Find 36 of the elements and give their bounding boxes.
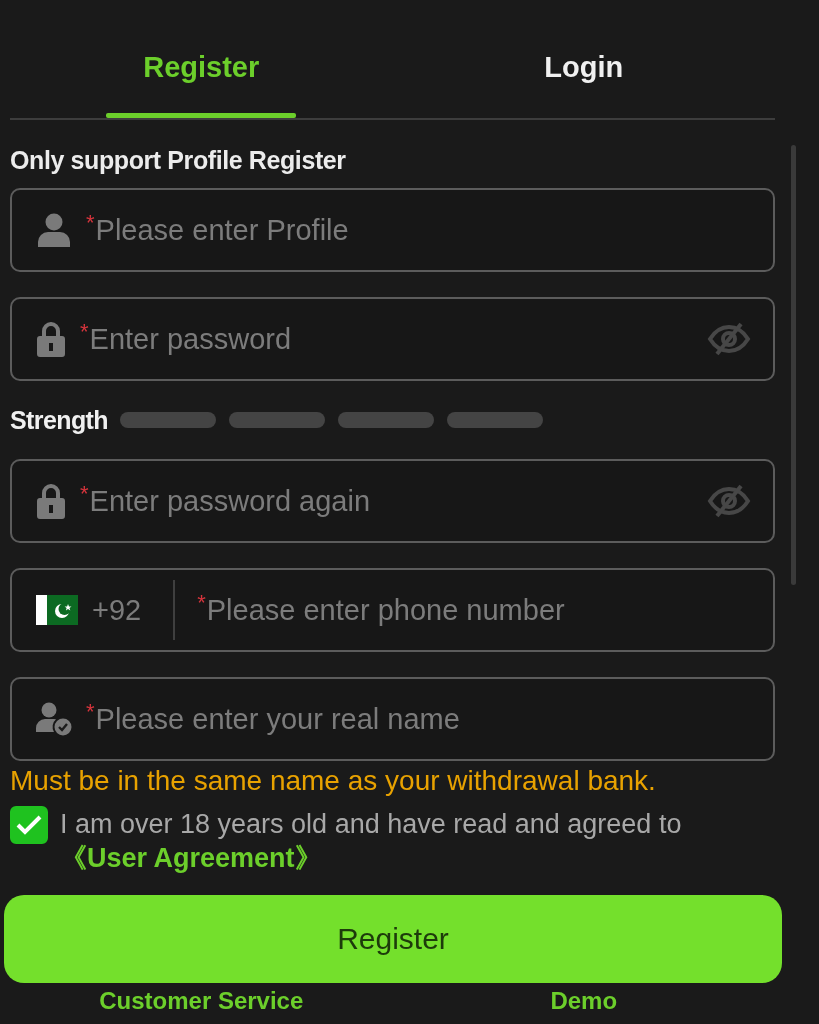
required-mark: *: [80, 319, 89, 345]
tab[interactable]: Register: [10, 0, 393, 118]
agreement-text: I am over 18 years old and have read and agreed to 《User Agreement》: [60, 808, 683, 875]
strength-label: Strength: [10, 405, 108, 435]
flag-icon: [36, 595, 78, 625]
user-check-icon: [36, 702, 72, 736]
required-mark: *: [197, 590, 206, 616]
register-notice: Only support Profile Register: [10, 146, 347, 174]
country-code[interactable]: +92: [92, 593, 142, 627]
profile-field[interactable]: *Please enter Profile: [10, 188, 775, 272]
phone-input[interactable]: Please enter phone number: [206, 593, 751, 627]
required-mark: *: [86, 699, 95, 725]
password-field[interactable]: *Enter password again: [10, 459, 775, 543]
password-field[interactable]: *Enter password: [10, 297, 775, 381]
password-input[interactable]: Enter password again: [89, 484, 707, 518]
tab[interactable]: Login: [392, 0, 775, 118]
required-mark: *: [86, 210, 95, 236]
check-icon: [16, 815, 42, 835]
real-name-input[interactable]: Please enter your real name: [95, 702, 751, 736]
footer-link[interactable]: Demo: [550, 987, 618, 1015]
eye-slash-icon[interactable]: [707, 483, 751, 519]
lock-icon: [36, 321, 66, 357]
name-hint: Must be in the same name as your withdrawal bank.: [10, 765, 657, 796]
lock-icon: [36, 483, 66, 519]
user-icon: [36, 213, 72, 247]
eye-slash-icon[interactable]: [707, 321, 751, 357]
scrollbar-thumb[interactable]: [791, 145, 796, 585]
password-input[interactable]: Enter password: [89, 322, 707, 356]
phone-field[interactable]: +92 *Please enter phone number: [10, 568, 775, 652]
user-agreement-link[interactable]: 《User Agreement》: [60, 843, 322, 873]
register-button[interactable]: Register: [4, 895, 782, 983]
real-name-field[interactable]: *Please enter your real name: [10, 677, 775, 761]
footer-link[interactable]: Customer Service: [99, 987, 304, 1015]
profile-input[interactable]: Please enter Profile: [95, 213, 751, 247]
required-mark: *: [80, 481, 89, 507]
agreement-checkbox[interactable]: [10, 806, 48, 844]
